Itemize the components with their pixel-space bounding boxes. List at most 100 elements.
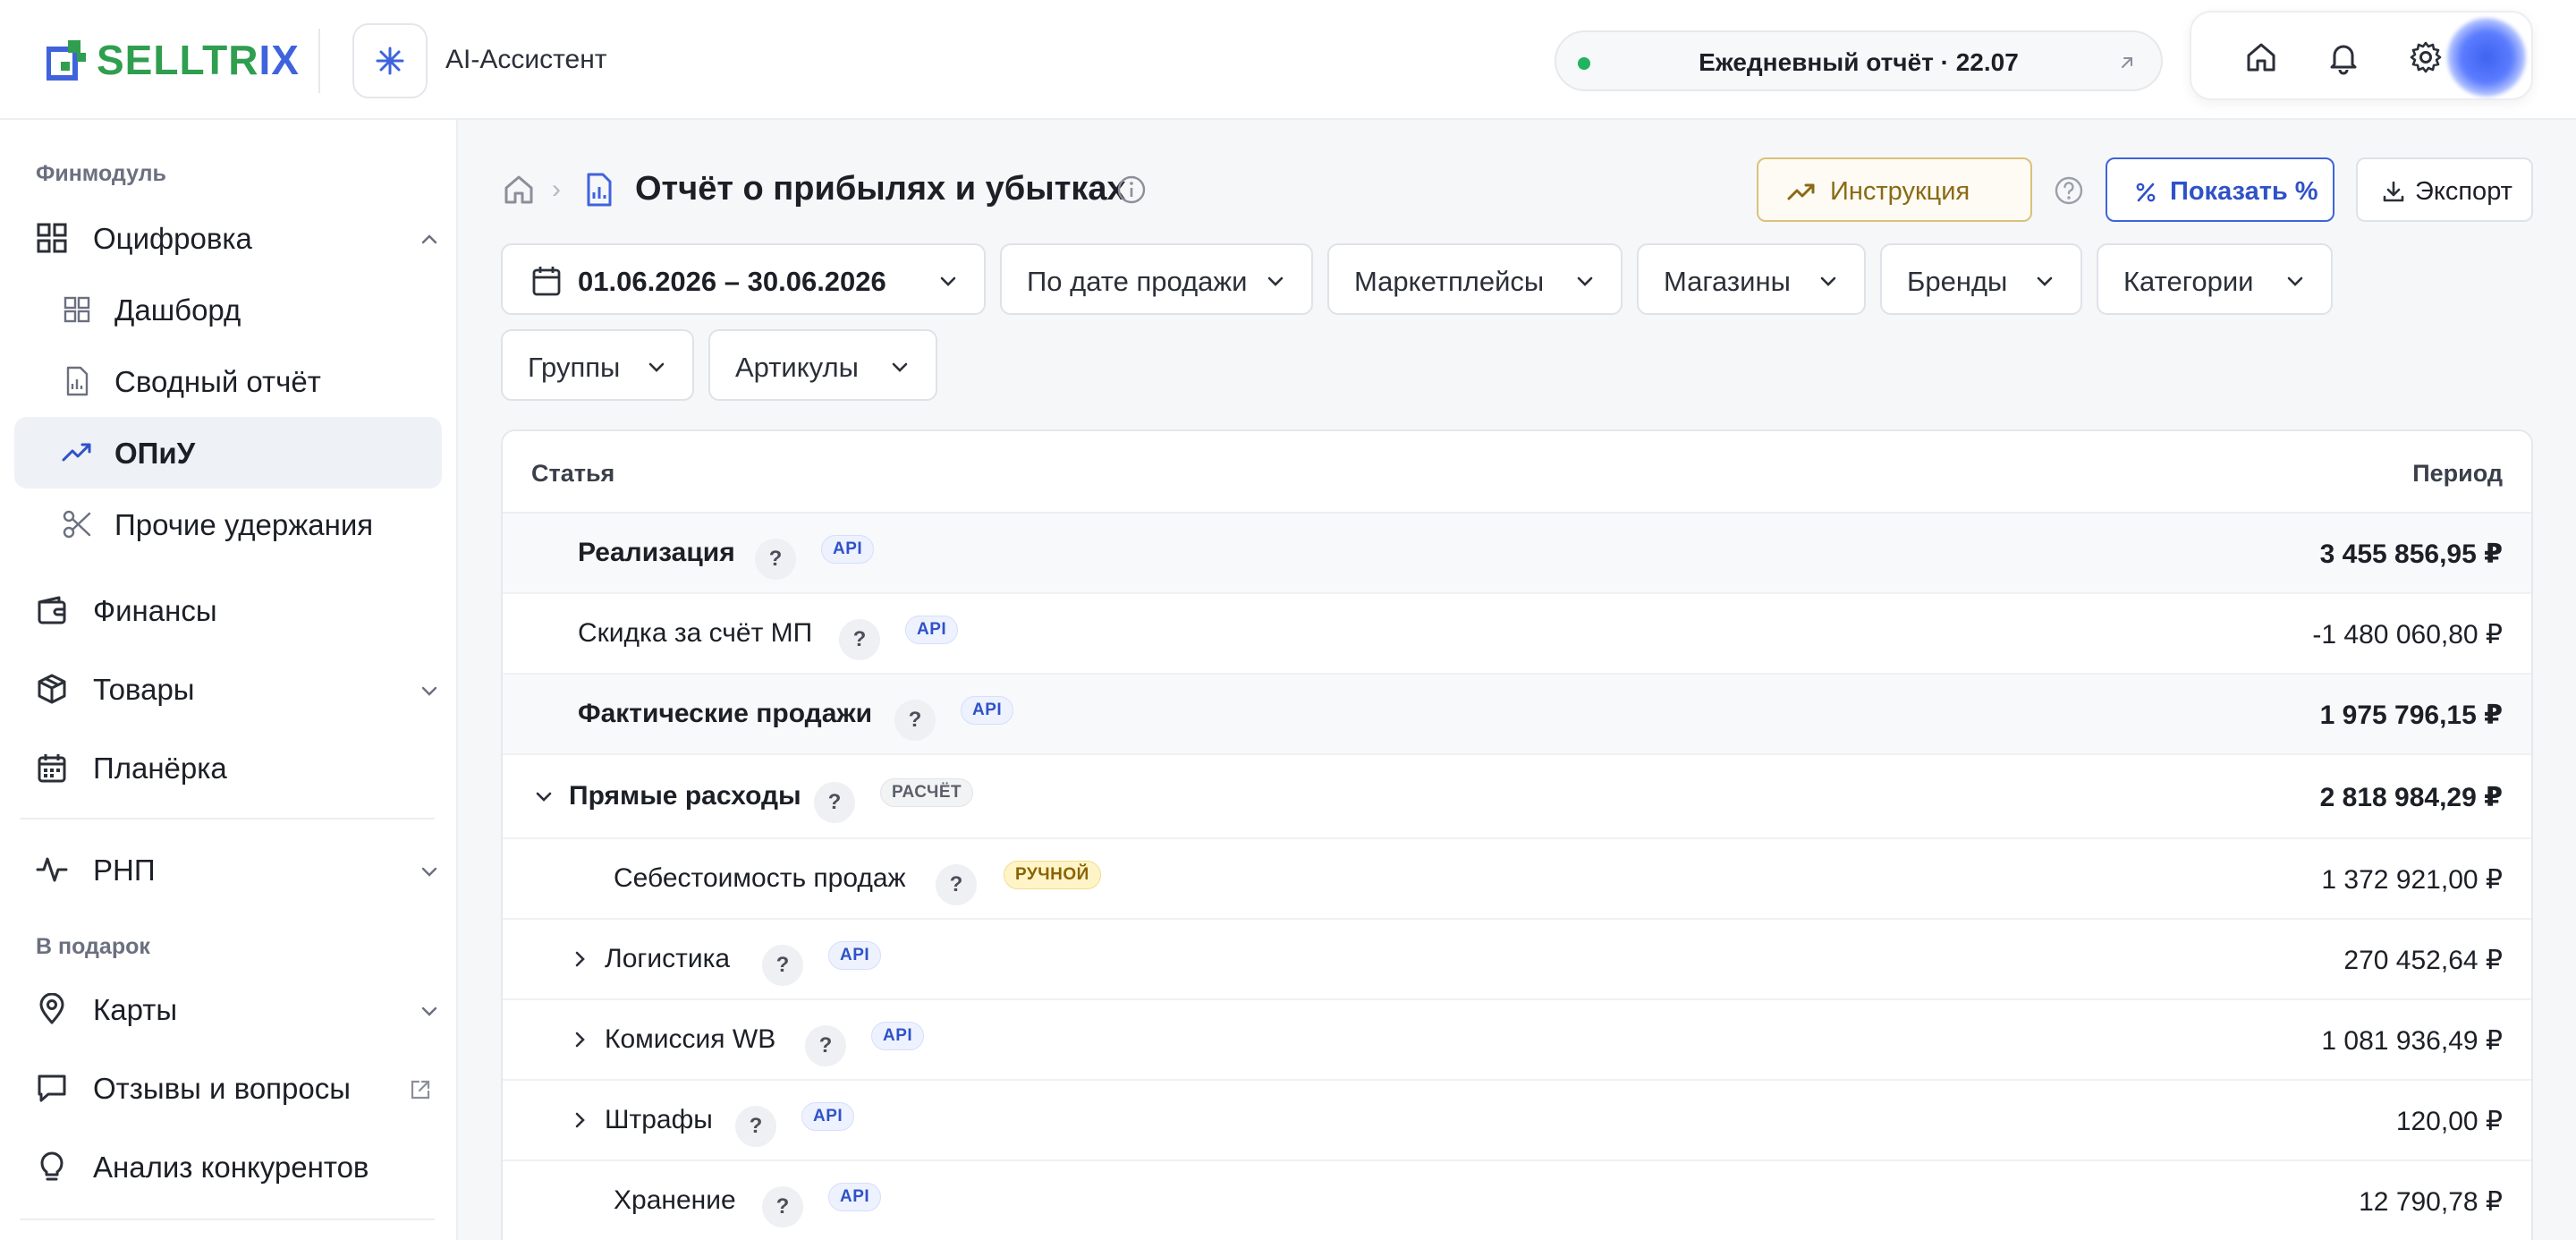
sidebar-item-summary[interactable]: Сводный отчёт (14, 345, 442, 417)
sidebar-item-rnp[interactable]: РНП (14, 834, 442, 905)
calendar-icon (532, 267, 561, 296)
pulse-icon (36, 857, 68, 882)
selltrix-logo[interactable]: SELLTRIX (47, 36, 300, 84)
row-name: Штрафы (605, 1105, 713, 1134)
sidebar-item-planner[interactable]: Планёрка (14, 732, 442, 803)
user-avatar[interactable] (2447, 18, 2526, 97)
help-icon[interactable]: ? (814, 782, 855, 823)
table-row[interactable]: Себестоимость продаж ? РУЧНОЙ 1 372 921,… (503, 839, 2531, 920)
table-row[interactable]: Комиссия WB ? API 1 081 936,49 ₽ (503, 1000, 2531, 1081)
box-icon (38, 674, 66, 704)
row-name: Прямые расходы (569, 781, 801, 811)
chevron-right-icon[interactable] (569, 1109, 590, 1131)
pnl-table: Статья Период Реализация ? API 3 455 856… (501, 429, 2533, 1240)
articles-filter[interactable]: Артикулы (708, 329, 937, 401)
row-name: Хранение (614, 1185, 736, 1215)
sidebar-item-label: Отзывы и вопросы (93, 1072, 351, 1105)
ai-assistant-label[interactable]: AI-Ассистент (445, 45, 607, 75)
instruction-button[interactable]: Инструкция (1757, 157, 2032, 222)
source-badge: API (828, 941, 882, 970)
section-finmodule: Финмодуль (36, 161, 166, 186)
chevron-right-icon[interactable] (569, 1029, 590, 1050)
filter-label: Бренды (1907, 266, 2008, 297)
stores-filter[interactable]: Магазины (1637, 243, 1866, 315)
marketplaces-filter[interactable]: Маркетплейсы (1327, 243, 1623, 315)
row-value: 1 081 936,49 ₽ (2321, 1026, 2503, 1056)
notifications-button[interactable] (2324, 38, 2363, 77)
trend-up-icon (1787, 183, 1815, 200)
table-row[interactable]: Фактические продажи ? API 1 975 796,15 ₽ (503, 675, 2531, 755)
sidebar-item-pnl[interactable]: ОПиУ (14, 417, 442, 488)
help-icon[interactable]: ? (735, 1106, 776, 1147)
table-row-group[interactable]: Прямые расходы ? РАСЧЁТ 2 818 984,29 ₽ (503, 757, 2531, 839)
sidebar-item-digitization[interactable]: Оцифровка (14, 202, 442, 274)
chevron-down-icon (2287, 276, 2303, 286)
download-icon (2383, 181, 2404, 202)
chevron-down-icon (421, 867, 437, 877)
help-icon[interactable]: ? (839, 619, 880, 660)
sidebar-item-finance[interactable]: Финансы (14, 574, 442, 646)
show-percent-button[interactable]: Показать % (2106, 157, 2334, 222)
grid-icon (64, 296, 90, 323)
table-row[interactable]: Логистика ? API 270 452,64 ₽ (503, 920, 2531, 1000)
sidebar-item-dashboard[interactable]: Дашборд (14, 274, 442, 345)
row-value: 1 975 796,15 ₽ (2319, 701, 2503, 730)
sidebar-item-label: Дашборд (114, 293, 242, 327)
lightbulb-icon (40, 1151, 64, 1181)
sidebar-item-label: Прочие удержания (114, 508, 374, 541)
sidebar-item-label: Планёрка (93, 752, 227, 785)
table-row[interactable]: Реализация ? API 3 455 856,95 ₽ (503, 514, 2531, 594)
bell-icon (2330, 45, 2357, 75)
wallet-icon (38, 596, 66, 624)
row-name: Фактические продажи (578, 699, 873, 728)
help-icon[interactable]: ? (936, 864, 977, 905)
source-badge: API (961, 696, 1014, 725)
source-badge: API (871, 1022, 925, 1050)
help-icon[interactable]: ? (805, 1025, 846, 1066)
sidebar-item-label: Сводный отчёт (114, 365, 321, 398)
table-row[interactable]: Скидка за счёт МП ? API -1 480 060,80 ₽ (503, 594, 2531, 675)
sidebar-item-reviews[interactable]: Отзывы и вопросы (14, 1052, 442, 1124)
breadcrumb-home-icon[interactable] (501, 172, 537, 208)
ai-assistant-button[interactable] (352, 23, 428, 98)
table-row[interactable]: Штрафы ? API 120,00 ₽ (503, 1081, 2531, 1161)
sidebar-item-competitors[interactable]: Анализ конкурентов (14, 1131, 442, 1202)
sidebar: Финмодуль Оцифровка Дашборд Сводный отчё… (0, 120, 458, 1240)
row-value: -1 480 060,80 ₽ (2312, 620, 2503, 650)
source-badge: API (905, 616, 959, 644)
help-icon[interactable]: ? (762, 1186, 803, 1227)
sidebar-item-label: Карты (93, 993, 178, 1026)
chevron-down-icon[interactable] (533, 786, 555, 807)
export-button-label: Экспорт (2415, 177, 2512, 206)
sale-date-filter[interactable]: По дате продажи (1000, 243, 1313, 315)
show-percent-label: Показать % (2170, 177, 2318, 206)
info-icon[interactable] (1116, 174, 1147, 205)
help-icon[interactable] (2054, 175, 2084, 206)
table-row[interactable]: Хранение ? API 12 790,78 ₽ (503, 1161, 2531, 1240)
sidebar-item-goods[interactable]: Товары (14, 653, 442, 725)
daily-report-label: Ежедневный отчёт · 22.07 (1699, 48, 2019, 76)
brands-filter[interactable]: Бренды (1880, 243, 2082, 315)
settings-button[interactable] (2406, 38, 2445, 77)
help-icon[interactable]: ? (762, 945, 803, 986)
row-value: 120,00 ₽ (2395, 1107, 2503, 1136)
sparkle-icon (376, 47, 404, 75)
row-value: 3 455 856,95 ₽ (2319, 539, 2503, 569)
chevron-down-icon (892, 362, 908, 372)
chevron-right-icon[interactable] (569, 948, 590, 970)
daily-report-pill[interactable]: Ежедневный отчёт · 22.07 (1555, 30, 2163, 91)
sidebar-item-cards[interactable]: Карты (14, 973, 442, 1045)
column-header-item: Статья (531, 460, 615, 487)
chevron-down-icon (421, 1006, 437, 1016)
home-button[interactable] (2241, 38, 2281, 77)
chevron-down-icon (1267, 276, 1284, 286)
export-button[interactable]: Экспорт (2356, 157, 2533, 222)
chevron-down-icon (421, 686, 437, 696)
help-icon[interactable]: ? (894, 700, 936, 741)
date-range-filter[interactable]: 01.06.2026 – 30.06.2026 (501, 243, 986, 315)
chevron-down-icon (2037, 276, 2053, 286)
help-icon[interactable]: ? (755, 539, 796, 580)
groups-filter[interactable]: Группы (501, 329, 694, 401)
sidebar-item-other-deductions[interactable]: Прочие удержания (14, 488, 442, 560)
categories-filter[interactable]: Категории (2097, 243, 2333, 315)
